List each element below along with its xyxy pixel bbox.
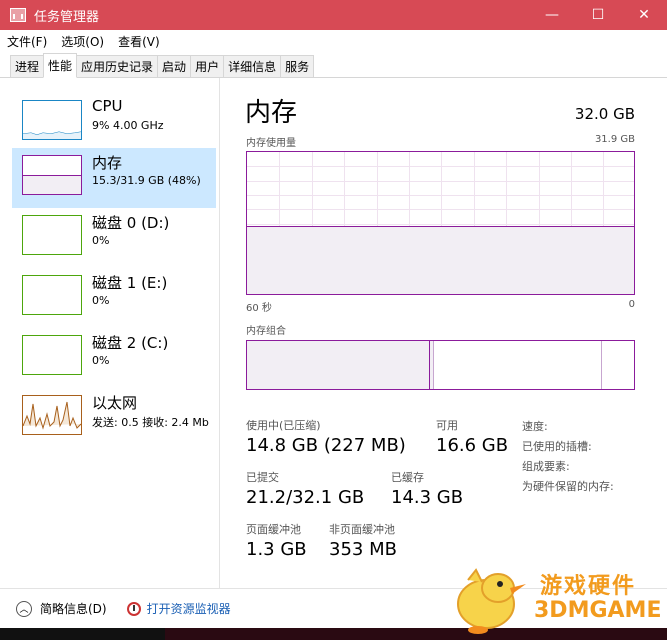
- resource-sub: 发送: 0.5 接收: 2.4 Mb: [92, 416, 209, 429]
- resource-name: 磁盘 0 (D:): [92, 214, 170, 232]
- stat-value: 21.2/32.1 GB: [246, 487, 365, 508]
- memory-thumbnail-graph: [22, 155, 82, 195]
- disk-thumbnail-graph: [22, 335, 82, 375]
- menu-view[interactable]: 查看(V): [111, 33, 167, 50]
- stat-label: 非页面缓冲池: [329, 523, 395, 536]
- title-bar: 任务管理器 — ☐ ✕: [0, 0, 667, 30]
- fewer-details-link[interactable]: 简略信息(D): [40, 600, 107, 617]
- memory-usage-fill: [247, 225, 634, 294]
- resource-disk-0[interactable]: 磁盘 0 (D:) 0%: [12, 208, 216, 268]
- resource-ethernet[interactable]: 以太网 发送: 0.5 接收: 2.4 Mb: [12, 388, 216, 448]
- speed-label: 速度:: [522, 420, 548, 433]
- duck-mascot-icon: [457, 568, 526, 634]
- ethernet-thumbnail-graph: [22, 395, 82, 435]
- disk-thumbnail-graph: [22, 215, 82, 255]
- stat-paged-pool: 页面缓冲池 1.3 GB: [246, 521, 307, 560]
- resource-name: 磁盘 1 (E:): [92, 274, 168, 292]
- resource-name: CPU: [92, 97, 123, 115]
- resource-sub: 0%: [92, 294, 110, 307]
- maximize-button[interactable]: ☐: [575, 0, 621, 30]
- close-button[interactable]: ✕: [621, 0, 667, 30]
- window-title: 任务管理器: [34, 9, 100, 25]
- composition-label: 内存组合: [246, 326, 286, 337]
- cpu-thumbnail-graph: [22, 100, 82, 140]
- stat-label: 可用: [436, 419, 458, 432]
- composition-standby: [434, 341, 602, 389]
- tab-processes[interactable]: 进程: [10, 55, 45, 77]
- stat-label: 已提交: [246, 471, 279, 484]
- form-factor-label: 组成要素:: [522, 460, 570, 473]
- time-axis-left: 60 秒: [246, 303, 272, 314]
- resource-sub: 0%: [92, 354, 110, 367]
- open-resource-monitor-link[interactable]: 打开资源监视器: [147, 600, 231, 617]
- menu-options[interactable]: 选项(O): [54, 33, 111, 50]
- stat-label: 使用中(已压缩): [246, 419, 321, 432]
- chevron-up-icon[interactable]: ︿: [16, 600, 32, 617]
- tab-performance[interactable]: 性能: [43, 53, 78, 78]
- stat-in-use: 使用中(已压缩) 14.8 GB (227 MB): [246, 417, 406, 456]
- total-capacity: 32.0 GB: [574, 105, 635, 123]
- resource-disk-2[interactable]: 磁盘 2 (C:) 0%: [12, 328, 216, 388]
- usage-graph-label: 内存使用量: [246, 138, 296, 149]
- resource-sub: 15.3/31.9 GB (48%): [92, 174, 201, 187]
- disk-thumbnail-graph: [22, 275, 82, 315]
- resource-cpu[interactable]: CPU 9% 4.00 GHz: [12, 93, 216, 153]
- watermark-text-en: 3DMGAME: [534, 598, 662, 623]
- stat-available: 可用 16.6 GB: [436, 417, 508, 456]
- resource-memory[interactable]: 内存 15.3/31.9 GB (48%): [12, 148, 216, 208]
- watermark-text-cn: 游戏硬件: [540, 574, 637, 599]
- stat-value: 16.6 GB: [436, 435, 509, 456]
- minimize-button[interactable]: —: [529, 0, 575, 30]
- tab-app-history[interactable]: 应用历史记录: [76, 55, 159, 77]
- resource-name: 以太网: [92, 394, 138, 412]
- stat-value: 14.8 GB (227 MB): [246, 435, 406, 456]
- tab-services[interactable]: 服务: [280, 55, 315, 77]
- resource-disk-1[interactable]: 磁盘 1 (E:) 0%: [12, 268, 216, 328]
- memory-detail-panel: 内存 32.0 GB 内存使用量 31.9 GB 60 秒 0 内存组合 使用中…: [230, 78, 650, 588]
- resource-list: CPU 9% 4.00 GHz 内存 15.3/31.9 GB (48%) 磁盘…: [0, 78, 220, 588]
- stat-value: 1.3 GB: [246, 539, 307, 560]
- tab-strip: 进程 性能 应用历史记录 启动 用户 详细信息 服务: [0, 53, 667, 78]
- stat-label: 已缓存: [391, 471, 424, 484]
- tab-users[interactable]: 用户: [190, 55, 225, 77]
- stat-value: 353 MB: [329, 539, 397, 560]
- resource-sub: 0%: [92, 234, 110, 247]
- stat-nonpaged-pool: 非页面缓冲池 353 MB: [329, 521, 397, 560]
- hardware-reserved-label: 为硬件保留的内存:: [522, 480, 614, 493]
- memory-usage-graph: [246, 151, 635, 295]
- resource-name: 磁盘 2 (C:): [92, 334, 169, 352]
- stat-committed: 已提交 21.2/32.1 GB: [246, 469, 364, 508]
- task-manager-icon: [10, 8, 26, 22]
- stat-cached: 已缓存 14.3 GB: [391, 469, 463, 508]
- tab-details[interactable]: 详细信息: [223, 55, 282, 77]
- slots-used-label: 已使用的插槽:: [522, 440, 592, 453]
- resource-monitor-icon: [126, 601, 141, 616]
- time-axis-right: 0: [628, 299, 635, 310]
- usage-graph-max: 31.9 GB: [594, 134, 635, 145]
- memory-composition-bar: [246, 340, 635, 390]
- detail-title: 内存: [245, 98, 298, 128]
- 3dmgame-watermark: 游戏硬件 3DMGAME: [448, 560, 662, 636]
- menu-file[interactable]: 文件(F): [0, 33, 54, 50]
- menu-bar: 文件(F) 选项(O) 查看(V): [0, 30, 667, 52]
- composition-in-use: [247, 341, 430, 389]
- resource-sub: 9% 4.00 GHz: [92, 119, 164, 132]
- composition-free: [602, 341, 634, 389]
- tab-startup[interactable]: 启动: [157, 55, 192, 77]
- resource-name: 内存: [92, 154, 123, 172]
- stat-value: 14.3 GB: [391, 487, 464, 508]
- stat-label: 页面缓冲池: [246, 523, 301, 536]
